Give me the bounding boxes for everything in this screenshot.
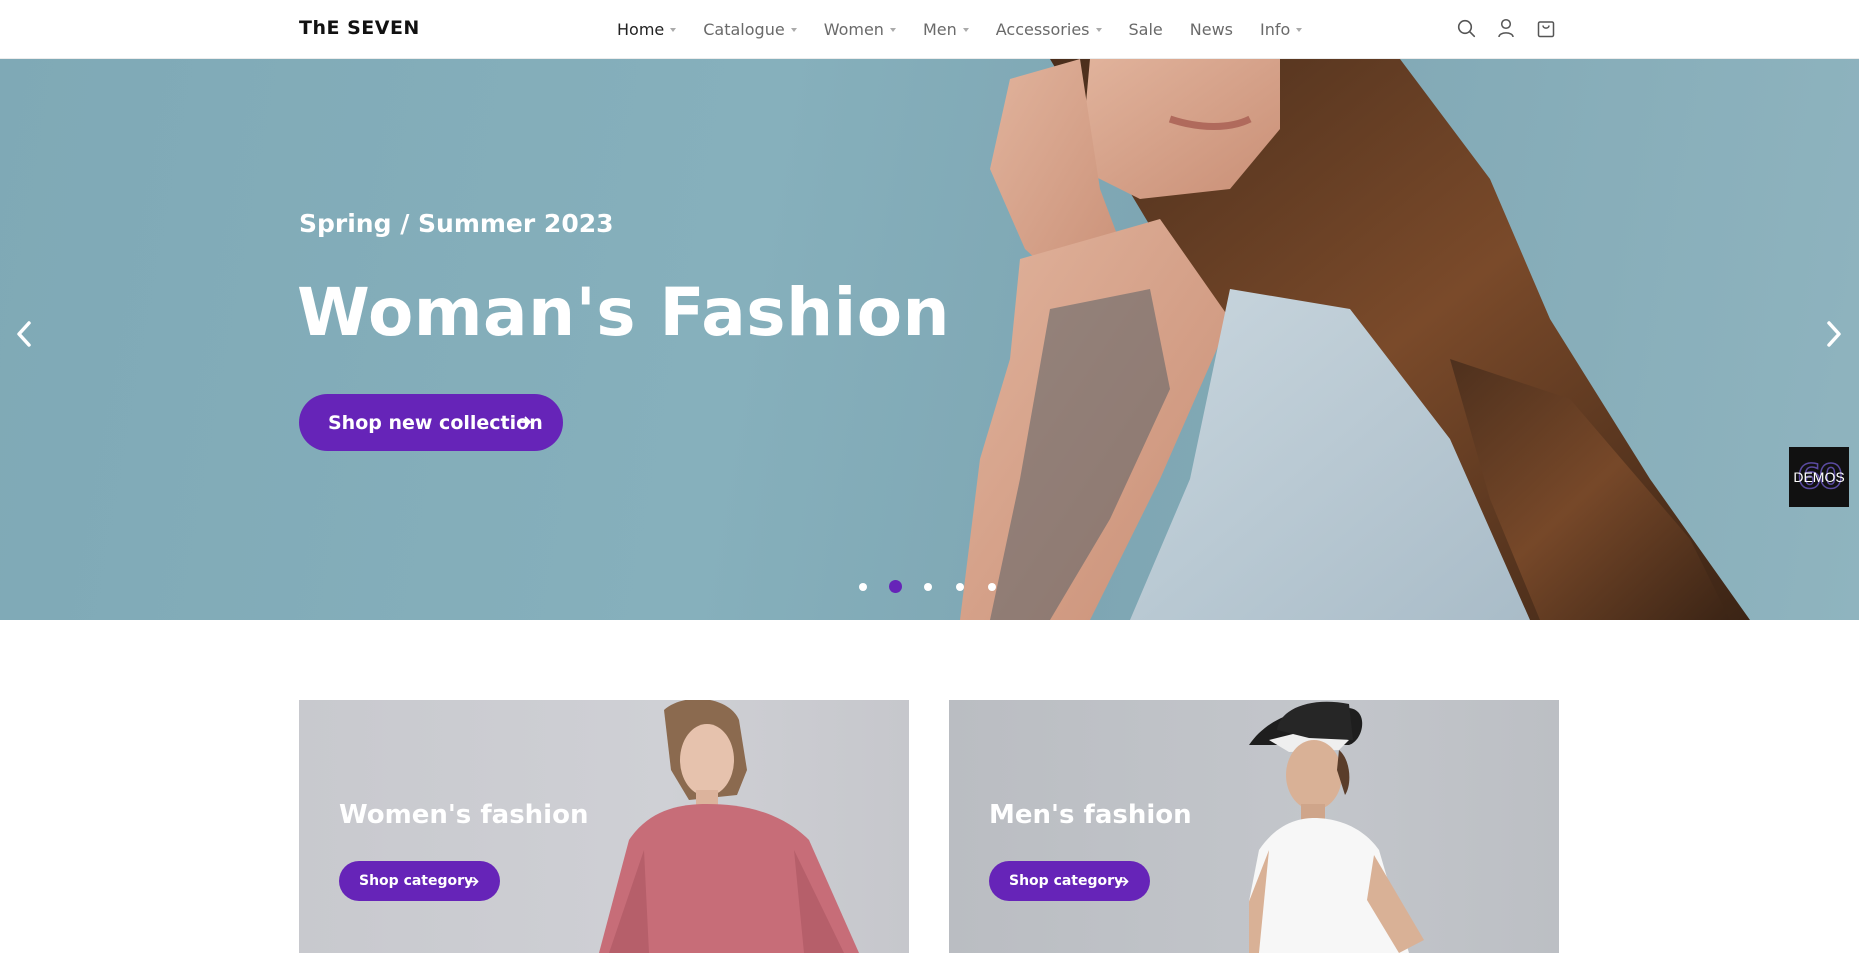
- slider-next-button[interactable]: [1820, 314, 1848, 354]
- nav-item-sale[interactable]: Sale: [1129, 20, 1163, 39]
- brand-logo[interactable]: ThE SEVEN: [299, 17, 420, 39]
- arrow-right-icon: [1117, 877, 1129, 886]
- chevron-down-icon: [889, 28, 896, 32]
- nav-item-accessories[interactable]: Accessories: [996, 20, 1102, 39]
- chevron-down-icon: [670, 28, 677, 32]
- arrow-right-icon: [467, 877, 479, 886]
- chevron-left-icon: [17, 321, 31, 347]
- cart-icon[interactable]: [1536, 17, 1556, 39]
- card-button-label: Shop category: [1009, 873, 1124, 889]
- nav-item-label: Catalogue: [703, 20, 785, 39]
- nav-item-home[interactable]: Home: [617, 20, 677, 39]
- hero-slider: Spring / Summer 2023 Woman's Fashion Sho…: [0, 59, 1859, 620]
- nav-item-catalogue[interactable]: Catalogue: [703, 20, 797, 39]
- card-title: Women's fashion: [339, 800, 589, 830]
- hero-title: Woman's Fashion: [297, 274, 951, 351]
- chevron-down-icon: [962, 28, 969, 32]
- slider-dot-2[interactable]: [889, 580, 902, 593]
- demos-badge[interactable]: 60 DEMOS: [1789, 447, 1849, 507]
- slider-prev-button[interactable]: [10, 314, 38, 354]
- shop-new-collection-button[interactable]: Shop new collection: [299, 394, 563, 451]
- men-model-image: [1249, 701, 1424, 953]
- nav-item-news[interactable]: News: [1190, 20, 1233, 39]
- nav-item-label: Men: [922, 20, 957, 39]
- slider-dot-1[interactable]: [859, 582, 867, 591]
- site-header: ThE SEVEN Home Catalogue Women Men Acces…: [0, 0, 1859, 59]
- demos-label: DEMOS: [1793, 469, 1845, 485]
- slider-dot-5[interactable]: [988, 582, 996, 591]
- search-icon[interactable]: [1456, 17, 1476, 39]
- nav-item-label: Sale: [1128, 20, 1163, 39]
- chevron-down-icon: [1296, 28, 1303, 32]
- nav-item-men[interactable]: Men: [923, 20, 969, 39]
- card-title: Men's fashion: [989, 800, 1192, 830]
- nav-item-info[interactable]: Info: [1259, 20, 1303, 39]
- women-model-image: [599, 700, 859, 953]
- category-card-men[interactable]: Men's fashion Shop category: [949, 700, 1559, 953]
- chevron-down-icon: [790, 28, 797, 32]
- nav-item-label: Women: [823, 20, 884, 39]
- chevron-down-icon: [1095, 28, 1102, 32]
- nav-item-label: Accessories: [995, 20, 1090, 39]
- card-button-label: Shop category: [359, 873, 474, 889]
- nav-item-women[interactable]: Women: [824, 20, 896, 39]
- category-card-women[interactable]: Women's fashion Shop category: [299, 700, 909, 953]
- nav-item-label: News: [1189, 20, 1233, 39]
- hero-model-image: [960, 59, 1750, 620]
- nav-item-label: Info: [1259, 20, 1291, 39]
- arrow-right-icon: [518, 416, 531, 428]
- hero-button-label: Shop new collection: [328, 411, 543, 434]
- shop-category-button[interactable]: Shop category: [989, 861, 1150, 901]
- main-nav: Home Catalogue Women Men Accessories Sal…: [617, 0, 1329, 59]
- slider-pagination: [859, 580, 1020, 593]
- slider-dot-4[interactable]: [956, 582, 964, 591]
- user-icon[interactable]: [1496, 17, 1516, 39]
- header-actions: [1456, 17, 1556, 39]
- shop-category-button[interactable]: Shop category: [339, 861, 500, 901]
- nav-item-label: Home: [617, 20, 665, 39]
- chevron-right-icon: [1827, 321, 1841, 347]
- slider-dot-3[interactable]: [924, 582, 932, 591]
- hero-subtitle: Spring / Summer 2023: [299, 209, 614, 238]
